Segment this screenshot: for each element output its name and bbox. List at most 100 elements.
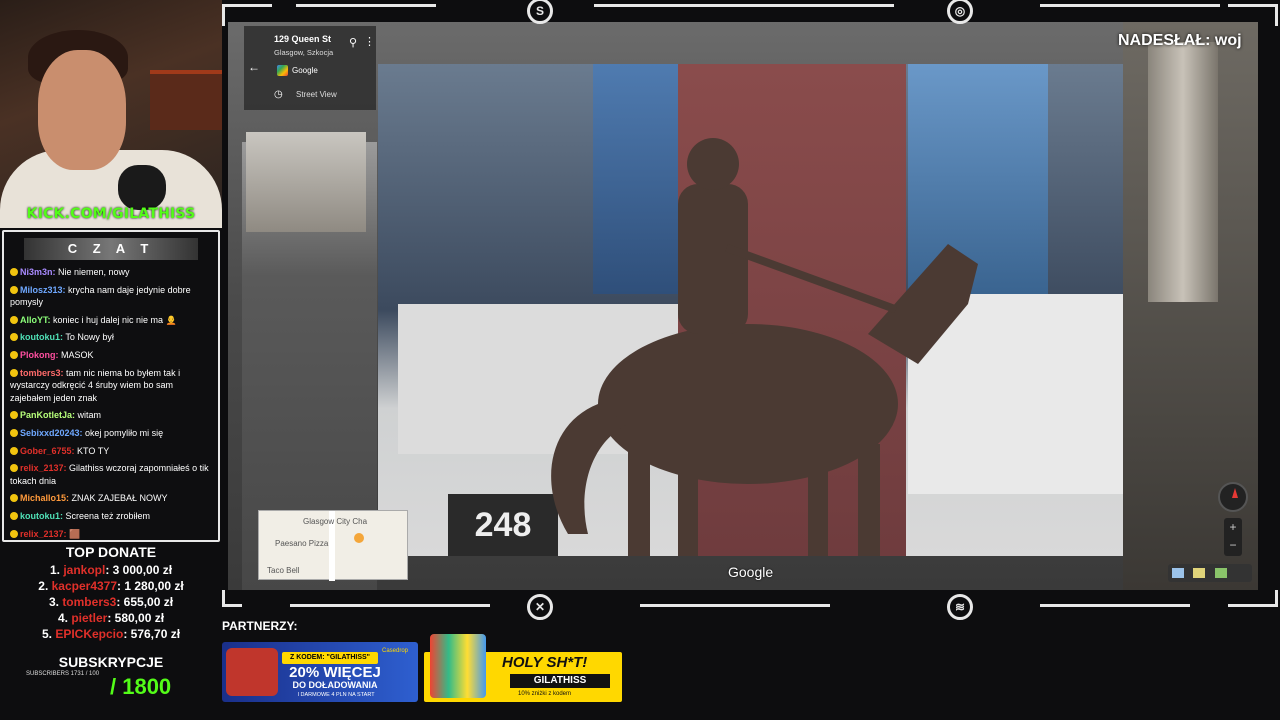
provider[interactable]: Google: [292, 66, 318, 75]
layer-thumb[interactable]: [1214, 568, 1227, 578]
user-badge-icon: [10, 446, 18, 455]
chat-message: koutoku1: To Nowy był: [10, 331, 212, 344]
chat-username[interactable]: relix_2137:: [20, 529, 67, 539]
maps-info-panel[interactable]: ← 129 Queen St Glasgow, Szkocja ⚲ ⋮ Goog…: [244, 26, 376, 110]
treasure-chest-icon: [226, 648, 278, 696]
donate-rank: 5.: [41, 627, 52, 641]
frame-line: [222, 590, 225, 607]
zoom-out-icon[interactable]: −: [1224, 536, 1242, 554]
ad-headline: HOLY SH*T!: [502, 654, 588, 671]
chat-text: ZNAK ZAJEBAŁ NOWY: [69, 493, 168, 504]
minimap[interactable]: Glasgow City Cha Paesano Pizza Taco Bell: [258, 510, 408, 581]
user-badge-icon: [10, 268, 18, 276]
minimap-label: Glasgow City Cha: [303, 517, 368, 526]
donor-name: tombers3: [62, 595, 117, 609]
casedrop-ad[interactable]: Z KODEM: "GILATHISS" 20% WIĘCEJ DO DOŁAD…: [222, 642, 418, 702]
more-options-icon[interactable]: ⋮: [364, 35, 375, 48]
address: 129 Queen St: [274, 34, 332, 44]
compass-icon[interactable]: [1218, 482, 1248, 512]
chat-username[interactable]: PanKotletJa:: [20, 410, 75, 420]
chat-text: okej pomyliło mi się: [82, 427, 164, 438]
chat-panel: C Z A T Ni3m3n: Nie niemen, nowy Milosz31…: [2, 230, 220, 542]
map-pin-icon[interactable]: ⚲: [349, 36, 357, 49]
zoom-in-icon[interactable]: +: [1224, 518, 1242, 536]
chat-title: C Z A T: [24, 238, 198, 260]
chat-username[interactable]: tombers3:: [20, 368, 64, 378]
minimap-pin-icon: [354, 533, 364, 543]
donate-amount: : 580,00 zł: [107, 611, 165, 625]
chat-username[interactable]: koutoku1:: [20, 511, 63, 521]
subs-goal: / 1800: [110, 674, 172, 699]
product-cans-icon: [430, 634, 486, 698]
submitted-by: NADESŁAŁ: woj: [1118, 32, 1242, 49]
microphone: [118, 165, 166, 210]
chat-message: relix_2137: Gilathiss wczoraj zapomniałe…: [10, 462, 212, 487]
frame-line: [1275, 590, 1278, 607]
back-arrow-icon[interactable]: ←: [248, 60, 260, 74]
google-maps-icon: [277, 65, 288, 76]
chat-username[interactable]: Gober_6755:: [20, 446, 75, 456]
streamer-face: [38, 50, 126, 170]
frame-line: [1040, 4, 1220, 7]
partners-label: PARTNERZY:: [222, 619, 298, 633]
subs-title: SUBSKRYPCJE: [58, 654, 164, 670]
minimap-label: Taco Bell: [267, 566, 300, 575]
chat-username[interactable]: Milosz313:: [20, 285, 66, 295]
frame-line: [222, 4, 225, 26]
chat-message: Plokong: MASOK: [10, 349, 212, 362]
frame-line: [222, 604, 242, 607]
chat-username[interactable]: AlloYT:: [20, 315, 51, 325]
layers-control[interactable]: [1168, 564, 1252, 582]
chat-username[interactable]: Michallo15:: [20, 493, 69, 503]
frame-line: [1275, 4, 1278, 26]
history-clock-icon[interactable]: ◷: [274, 89, 283, 100]
holy-ad[interactable]: HOLY SH*T! GILATHISS 10% zniżki z kodem: [424, 634, 622, 702]
donate-entry: 4. pietler: 580,00 zł: [0, 610, 222, 626]
brand-logo-icon: ≋: [947, 594, 973, 620]
donate-entry: 2. kacper4377: 1 280,00 zł: [0, 578, 222, 594]
chat-message: Michallo15: ZNAK ZAJEBAŁ NOWY: [10, 492, 212, 505]
frame-line: [640, 604, 830, 607]
street-pillar: [1148, 42, 1218, 302]
chat-username[interactable]: relix_2137:: [20, 463, 67, 473]
donate-rank: 1.: [49, 563, 60, 577]
frame-line: [594, 4, 894, 7]
donate-rank: 4.: [57, 611, 68, 625]
chat-username[interactable]: Sebixxd20243:: [20, 428, 83, 438]
chat-username[interactable]: Ni3m3n:: [20, 267, 56, 277]
webcam-feed: [0, 0, 222, 228]
donor-name: jankopl: [63, 563, 106, 577]
chat-username[interactable]: Plokong:: [20, 350, 59, 360]
subs-count: SUBSCRIBERS 1731 / 100: [26, 671, 100, 677]
user-badge-icon: [10, 511, 18, 520]
chat-message: Milosz313: krycha nam daje jedynie dobre…: [10, 284, 212, 309]
minimap-label: Paesano Pizza: [275, 539, 329, 548]
street-view-frame[interactable]: ← 129 Queen St Glasgow, Szkocja ⚲ ⋮ Goog…: [228, 22, 1258, 590]
donate-entry: 1. jankopl: 3 000,00 zł: [0, 562, 222, 578]
donate-amount: : 3 000,00 zł: [105, 563, 173, 577]
street-building: [246, 132, 366, 232]
frame-line: [290, 604, 490, 607]
chat-message: tombers3: tam nic niema bo byłem tak i w…: [10, 367, 212, 405]
ad-code: GILATHISS: [510, 674, 610, 688]
user-badge-icon: [10, 285, 18, 294]
submitted-photo: 248: [378, 64, 1123, 556]
ad-brand: Casedrop: [382, 648, 409, 654]
chat-text: 🟫: [66, 528, 81, 539]
donate-rank: 2.: [38, 579, 49, 593]
brand-logo-icon: ◎: [947, 0, 973, 24]
ad-subline: DO DOŁADOWANIA: [292, 680, 378, 690]
frame-line: [1228, 4, 1278, 7]
chat-message: relix_2137: 🟫: [10, 528, 212, 541]
donate-amount: : 576,70 zł: [123, 627, 181, 641]
donate-amount: : 1 280,00 zł: [117, 579, 184, 593]
zoom-control[interactable]: + −: [1224, 518, 1242, 556]
chat-text: Nie niemen, nowy: [55, 267, 130, 277]
chat-message: koutoku1: Screena też zrobiłem: [10, 510, 212, 523]
brand-logo-icon: S: [527, 0, 553, 24]
user-badge-icon: [10, 411, 18, 420]
layer-thumb[interactable]: [1172, 568, 1184, 578]
chat-message: Gober_6755: KTO TY: [10, 445, 212, 458]
chat-username[interactable]: koutoku1:: [20, 332, 63, 342]
layer-thumb[interactable]: [1193, 568, 1206, 578]
